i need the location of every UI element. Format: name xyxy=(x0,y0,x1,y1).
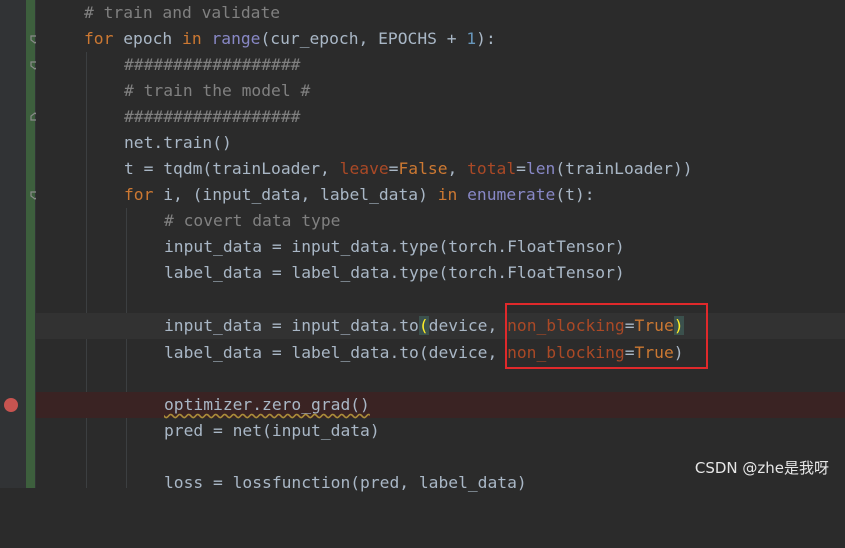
code-editor[interactable]: # train and validate for epoch in range(… xyxy=(36,0,845,492)
code-text: input_data = input_data.to xyxy=(164,316,419,335)
breakpoint-line: optimizer.zero_grad() xyxy=(36,392,845,418)
code-text: device, xyxy=(428,316,508,335)
builtin: range xyxy=(211,29,261,48)
param-name: leave xyxy=(339,159,389,178)
comment: ################## xyxy=(124,107,301,126)
code-text: (t): xyxy=(555,185,595,204)
code-text: input_data = input_data.type(torch.Float… xyxy=(164,237,625,256)
highlight-box xyxy=(505,303,708,369)
code-text: loss = lossfunction(pred, label_data) xyxy=(164,473,527,492)
code-line: label_data = label_data.to(device, non_b… xyxy=(36,340,845,366)
code-text: label_data = label_data.type(torch.Float… xyxy=(164,263,625,282)
code-text: (cur_epoch, EPOCHS + xyxy=(260,29,467,48)
code-text: epoch xyxy=(113,29,183,48)
keyword: in xyxy=(437,185,458,204)
code-line: pred = net(input_data) xyxy=(36,418,845,444)
code-line: ################## xyxy=(36,104,845,130)
code-line: input_data = input_data.type(torch.Float… xyxy=(36,234,845,260)
code-text: = xyxy=(516,159,526,178)
keyword: in xyxy=(182,29,202,48)
code-text: ): xyxy=(476,29,496,48)
vcs-change-marker xyxy=(26,0,35,488)
code-text: t = tqdm(trainLoader, xyxy=(124,159,340,178)
code-text: label_data = label_data.to(device, xyxy=(164,343,508,362)
number: 1 xyxy=(466,29,477,48)
breakpoint-icon[interactable] xyxy=(4,398,18,412)
current-line: input_data = input_data.to(device, non_b… xyxy=(36,313,845,339)
comment: # train and validate xyxy=(84,3,281,22)
code-text: optimizer.zero_grad() xyxy=(164,395,370,414)
code-text: , xyxy=(447,159,468,178)
keyword: for xyxy=(84,29,114,48)
builtin: len xyxy=(525,159,556,178)
param-name: total xyxy=(467,159,517,178)
comment: ################## xyxy=(124,55,301,74)
watermark: CSDN @zhe是我呀 xyxy=(694,459,829,477)
code-text: pred = net(input_data) xyxy=(164,421,380,440)
code-line: # train and validate xyxy=(36,0,845,26)
code-line: # train the model # xyxy=(36,78,845,104)
code-line: t = tqdm(trainLoader, leave=False, total… xyxy=(36,156,845,182)
code-text: net.train() xyxy=(124,133,232,152)
code-line: net.train() xyxy=(36,130,845,156)
code-line: # covert data type xyxy=(36,208,845,234)
code-line: ################## xyxy=(36,52,845,78)
comment: # train the model # xyxy=(124,81,311,100)
code-text: i, (input_data, label_data) xyxy=(153,185,438,204)
code-text: (trainLoader)) xyxy=(555,159,693,178)
code-line: for i, (input_data, label_data) in enume… xyxy=(36,182,845,208)
keyword: for xyxy=(124,185,154,204)
code-line: label_data = label_data.type(torch.Float… xyxy=(36,260,845,286)
builtin: enumerate xyxy=(467,185,556,204)
keyword: False xyxy=(398,159,448,178)
comment: # covert data type xyxy=(164,211,341,230)
code-line: for epoch in range(cur_epoch, EPOCHS + 1… xyxy=(36,26,845,52)
code-text: = xyxy=(388,159,399,178)
matched-paren: ( xyxy=(418,316,429,335)
